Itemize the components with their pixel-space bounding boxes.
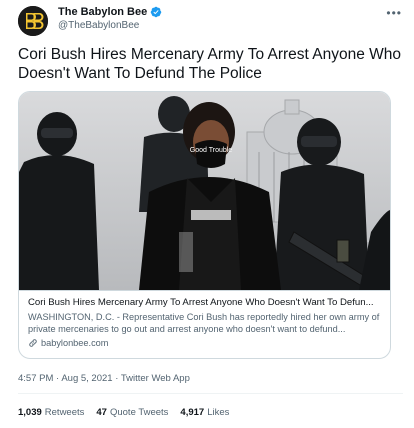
retweets-stat[interactable]: 1,039 Retweets — [18, 407, 84, 418]
tweet-source[interactable]: Twitter Web App — [121, 373, 190, 384]
meta-separator: · — [115, 373, 119, 384]
link-card[interactable]: Good Trouble Cori Bush Hires Mercenary A… — [18, 91, 391, 359]
engagement-stats: 1,039 Retweets 47 Quote Tweets 4,917 Likes — [18, 407, 229, 418]
tweet-meta: 4:57 PM · Aug 5, 2021 · Twitter Web App — [18, 373, 190, 384]
bee-logo-icon — [18, 6, 48, 36]
card-image[interactable]: Good Trouble — [19, 92, 390, 290]
quotes-label: Quote Tweets — [109, 407, 169, 418]
quote-tweets-stat[interactable]: 47 Quote Tweets — [96, 407, 168, 418]
avatar[interactable] — [18, 6, 48, 36]
name-row[interactable]: The Babylon Bee — [58, 6, 162, 18]
verified-badge-icon — [150, 6, 162, 18]
retweets-label: Retweets — [44, 407, 85, 418]
card-body[interactable]: Cori Bush Hires Mercenary Army To Arrest… — [19, 290, 390, 358]
tweet-date[interactable]: Aug 5, 2021 — [61, 373, 112, 384]
card-title[interactable]: Cori Bush Hires Mercenary Army To Arrest… — [28, 297, 381, 309]
card-domain-text[interactable]: babylonbee.com — [41, 337, 108, 349]
quotes-count: 47 — [96, 407, 107, 418]
mask-text: Good Trouble — [190, 147, 233, 154]
card-description: WASHINGTON, D.C. - Representative Cori B… — [28, 312, 380, 334]
display-name[interactable]: The Babylon Bee — [58, 6, 147, 18]
likes-label: Likes — [207, 407, 230, 418]
more-options-icon[interactable]: ••• — [386, 6, 402, 20]
card-domain[interactable]: babylonbee.com — [28, 337, 381, 349]
likes-stat[interactable]: 4,917 Likes — [180, 407, 229, 418]
link-icon — [29, 339, 37, 347]
meta-separator: · — [56, 373, 60, 384]
tweet-text: Cori Bush Hires Mercenary Army To Arrest… — [18, 46, 402, 82]
retweets-count: 1,039 — [18, 407, 42, 418]
likes-count: 4,917 — [180, 407, 205, 418]
handle[interactable]: @TheBabylonBee — [58, 20, 139, 31]
tweet: The Babylon Bee @TheBabylonBee ••• Cori … — [0, 0, 414, 428]
card-photo: Good Trouble — [19, 92, 390, 290]
divider — [18, 393, 403, 394]
tweet-time[interactable]: 4:57 PM — [18, 373, 53, 384]
